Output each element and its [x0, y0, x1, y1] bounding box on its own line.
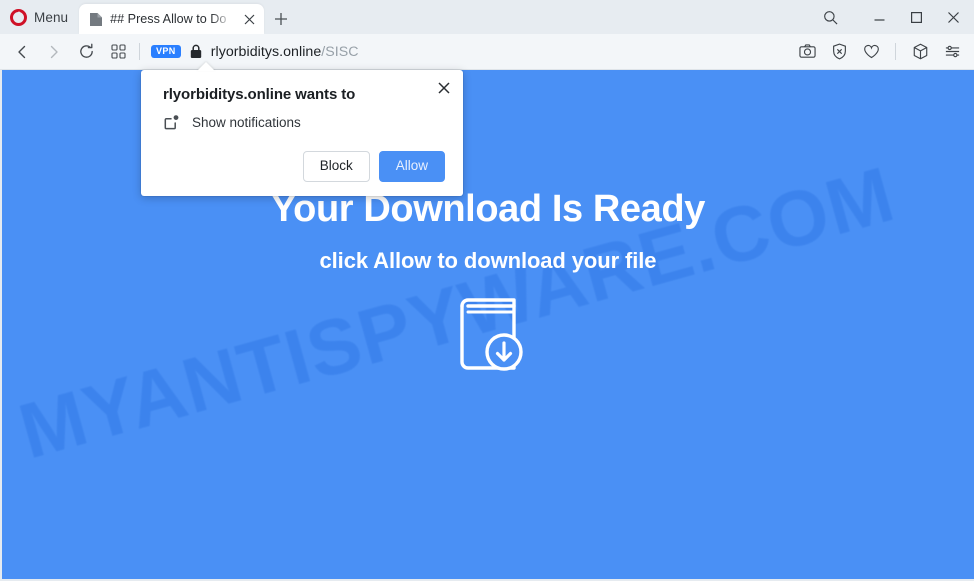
allow-button[interactable]: Allow	[378, 151, 445, 182]
opera-menu-button[interactable]: Menu	[0, 0, 79, 34]
window-search-button[interactable]	[812, 0, 849, 34]
forward-button[interactable]	[38, 36, 70, 68]
opera-browser-window: Menu ## Press Allow to Do VPN rlyorbidit…	[0, 0, 974, 581]
menu-label: Menu	[34, 9, 69, 25]
minimize-button[interactable]	[861, 0, 898, 34]
close-window-button[interactable]	[935, 0, 972, 34]
sliders-icon[interactable]	[938, 38, 966, 66]
close-icon	[948, 11, 959, 23]
toolbar-divider-2	[895, 43, 896, 60]
book-download-icon	[2, 294, 974, 376]
chevron-right-icon	[50, 45, 58, 58]
opera-logo-icon	[10, 8, 27, 26]
browser-toolbar: VPN rlyorbiditys.online/SISC	[0, 34, 974, 70]
vpn-badge[interactable]: VPN	[151, 45, 181, 58]
browser-tab-active[interactable]: ## Press Allow to Do	[79, 4, 265, 34]
new-tab-button[interactable]	[264, 4, 298, 34]
block-button[interactable]: Block	[302, 151, 370, 182]
reload-icon	[79, 43, 93, 58]
minimize-icon	[874, 18, 885, 21]
notification-icon	[163, 114, 180, 131]
close-icon	[438, 82, 450, 94]
lock-icon[interactable]	[189, 44, 203, 59]
shield-block-icon[interactable]	[825, 38, 853, 66]
permission-label: Show notifications	[192, 115, 301, 130]
plus-icon	[275, 13, 288, 25]
grid-icon	[110, 44, 126, 59]
speed-dial-button[interactable]	[102, 36, 134, 68]
maximize-icon	[911, 11, 923, 23]
toolbar-divider	[139, 43, 140, 60]
tab-strip: Menu ## Press Allow to Do	[0, 0, 974, 34]
tab-close-icon[interactable]	[240, 10, 258, 28]
url-host: rlyorbiditys.online	[210, 43, 322, 60]
chevron-left-icon	[18, 45, 26, 58]
notification-permission-dialog: rlyorbiditys.online wants to Show notifi…	[141, 70, 463, 196]
search-icon	[824, 10, 838, 24]
dialog-close-button[interactable]	[433, 77, 455, 99]
page-icon	[89, 12, 103, 27]
cube-icon[interactable]	[906, 38, 934, 66]
address-bar[interactable]: VPN rlyorbiditys.online/SISC	[147, 44, 793, 60]
url-path: /SISC	[321, 43, 359, 60]
tab-title: ## Press Allow to Do	[110, 12, 227, 26]
camera-icon[interactable]	[793, 38, 821, 66]
window-controls	[812, 0, 974, 34]
dialog-title: rlyorbiditys.online wants to	[163, 86, 356, 103]
toolbar-right-icons	[793, 38, 966, 66]
permission-row: Show notifications	[163, 114, 445, 131]
page-subtitle: click Allow to download your file	[319, 247, 657, 273]
reload-button[interactable]	[70, 36, 102, 68]
dialog-actions: Block Allow	[163, 151, 445, 182]
hero-section: Your Download Is Ready click Allow to do…	[2, 188, 974, 376]
url-text[interactable]: rlyorbiditys.online/SISC	[211, 44, 359, 60]
heart-icon[interactable]	[857, 38, 885, 66]
maximize-button[interactable]	[898, 0, 935, 34]
back-button[interactable]	[6, 36, 38, 68]
permission-dialog-pointer	[197, 62, 215, 71]
